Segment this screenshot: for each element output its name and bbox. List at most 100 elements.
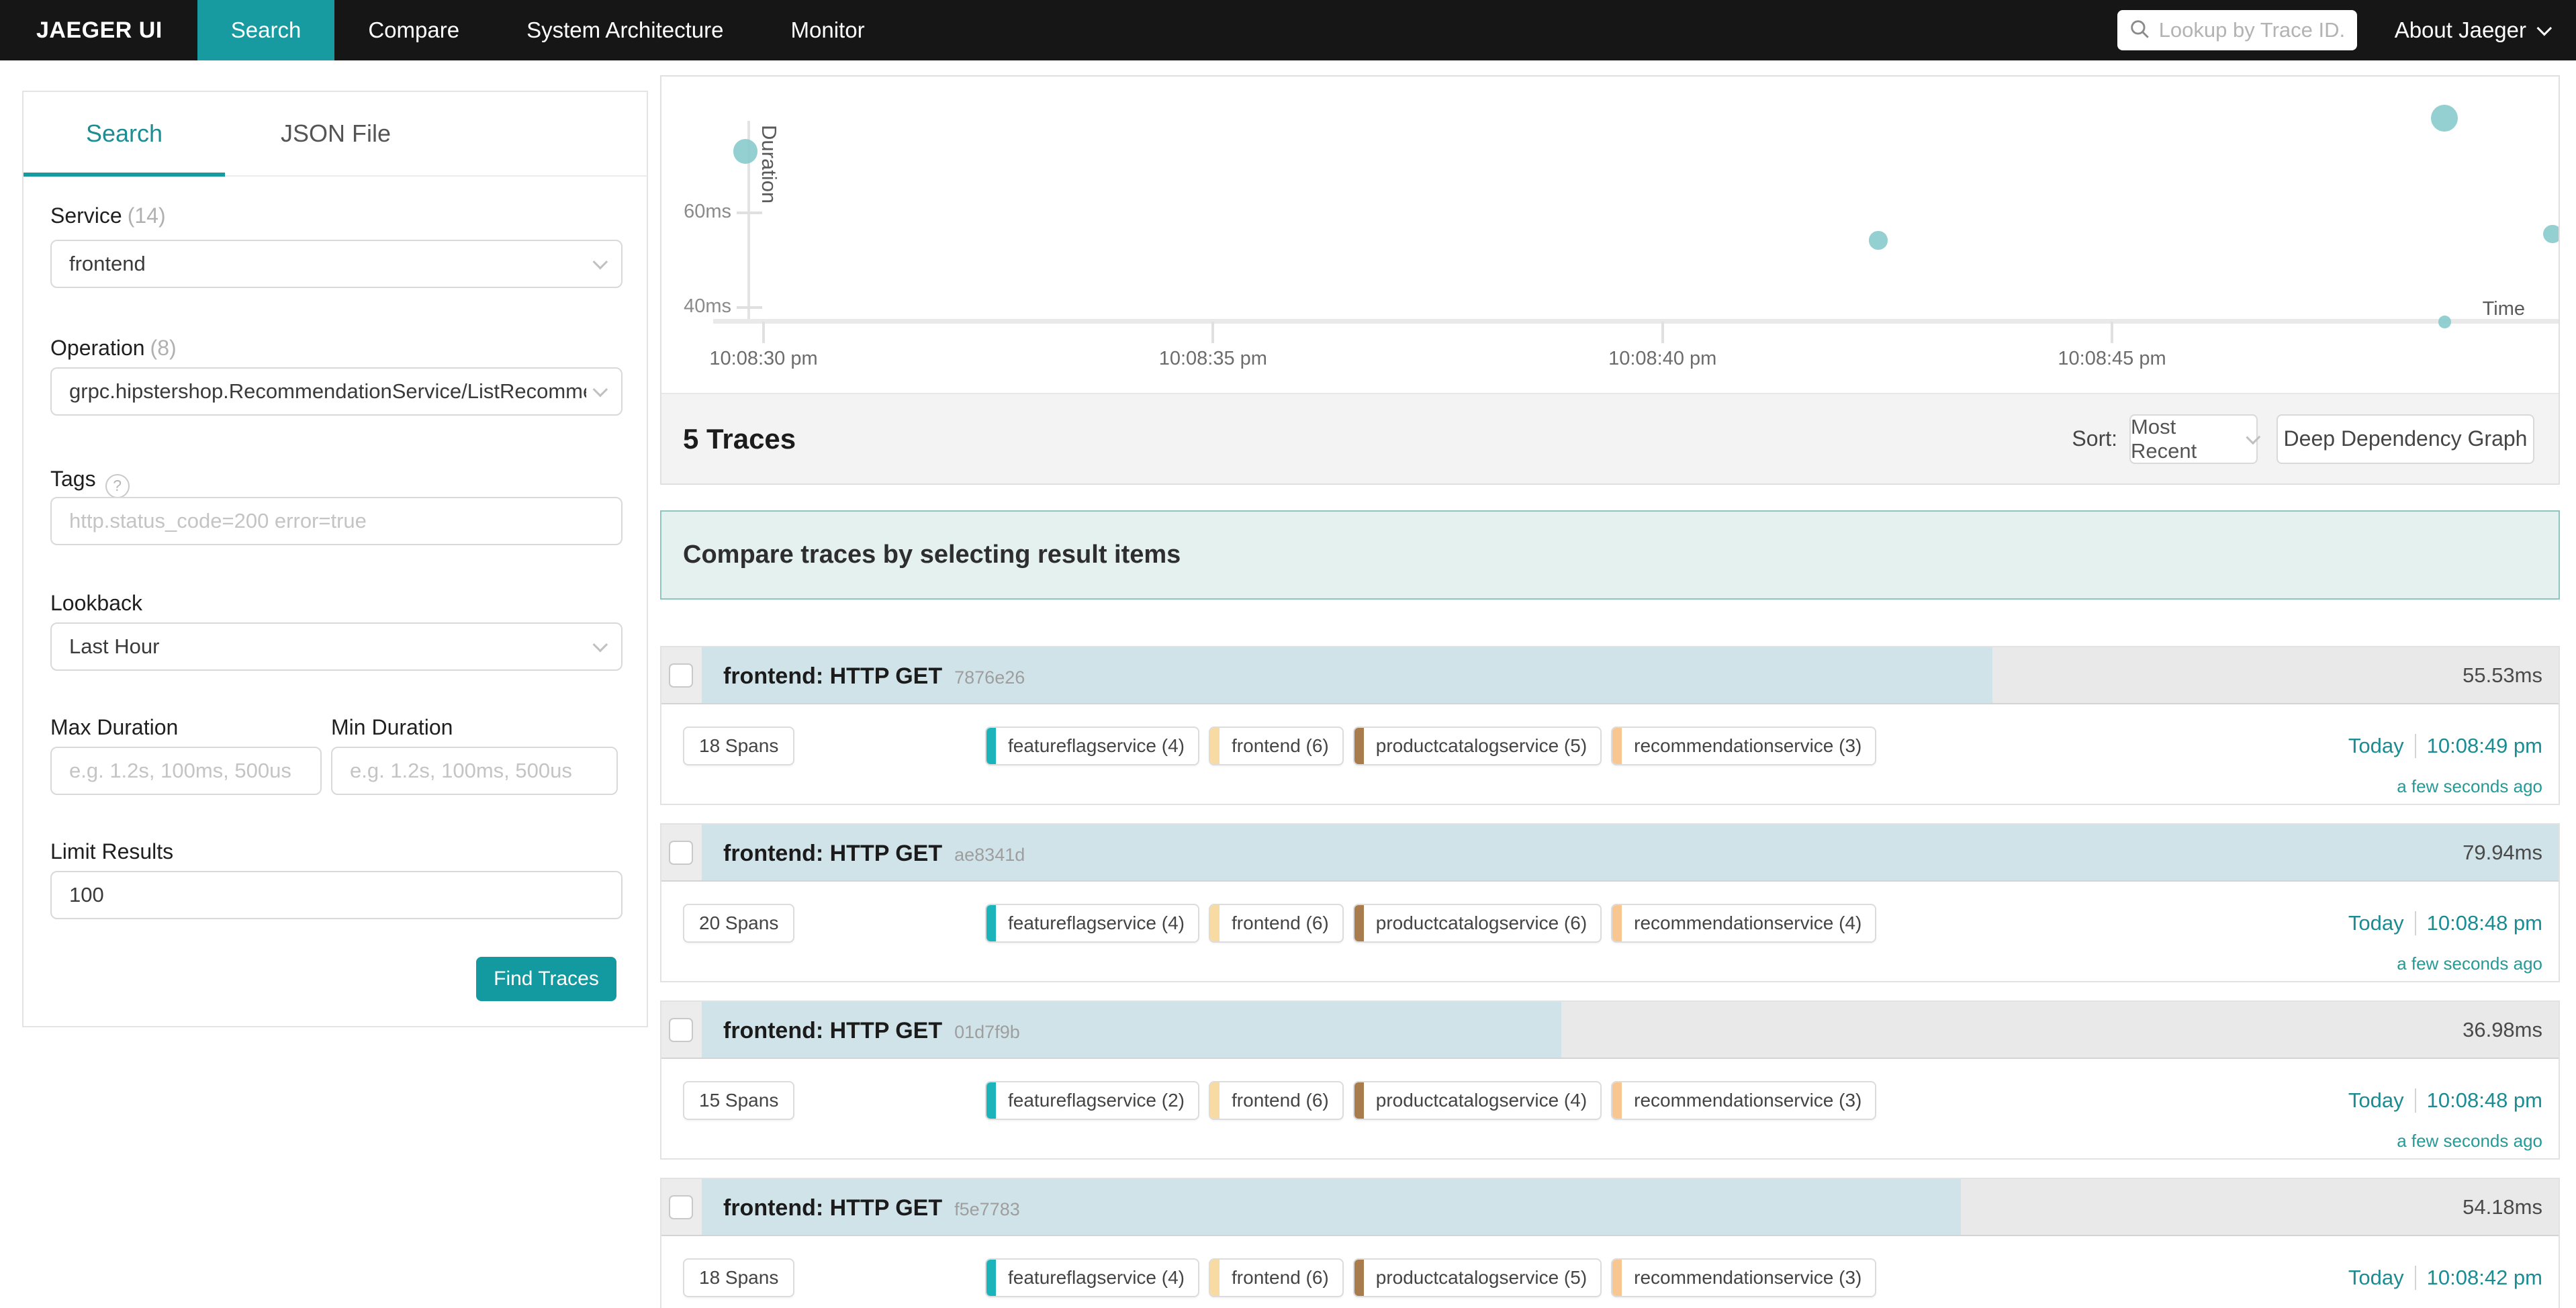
service-tag-label: featureflagservice (4) [996,913,1198,934]
service-tag-label: featureflagservice (4) [996,735,1198,757]
tags-label: Tags? [50,467,130,498]
trace-id-lookup-input[interactable]: Lookup by Trace ID... [2117,10,2357,50]
service-tag-label: featureflagservice (4) [996,1267,1198,1289]
sort-select[interactable]: Most Recent [2129,414,2258,464]
max-duration-placeholder: e.g. 1.2s, 100ms, 500us [69,759,303,783]
service-tag: productcatalogservice (6) [1353,904,1602,943]
x-axis-title: Time [2391,298,2525,320]
compare-banner-text: Compare traces by selecting result items [683,541,1181,569]
tab-search[interactable]: Search [24,92,225,175]
x-tick-mark [1211,322,1214,343]
top-navbar: JAEGER UI Search Compare System Architec… [0,0,2576,60]
trace-id: f5e7783 [954,1199,1020,1220]
scatter-point[interactable] [2431,105,2458,132]
operation-count: (8) [150,336,177,360]
trace-results-list: frontend: HTTP GET 7876e26 55.53ms 18 Sp… [660,646,2560,1308]
checkbox-cell [661,1179,702,1235]
trace-relative-time: a few seconds ago [2397,1131,2542,1152]
trace-checkbox[interactable] [669,1195,693,1219]
nav-item-compare[interactable]: Compare [334,0,493,60]
service-tag-label: recommendationservice (3) [1622,1090,1875,1111]
trace-title-group: frontend: HTTP GET ae8341d [723,825,1025,880]
scatter-point[interactable] [2438,316,2450,328]
service-tag: productcatalogservice (4) [1353,1081,1602,1120]
service-tag: recommendationservice (4) [1611,904,1876,943]
service-tag-label: recommendationservice (3) [1622,735,1875,757]
trace-header-link[interactable]: frontend: HTTP GET 7876e26 55.53ms [661,647,2559,704]
operation-select[interactable]: grpc.hipstershop.RecommendationService/L… [50,367,623,416]
service-color-bar [1354,1260,1364,1296]
trace-time: 10:08:49 pm [2427,734,2542,758]
service-tag: productcatalogservice (5) [1353,727,1602,765]
sort-label: Sort: [2072,426,2117,451]
trace-date: Today [2348,1266,2404,1290]
service-color-bar [1210,728,1220,764]
trace-duration: 54.18ms [2463,1179,2542,1235]
trace-datetime: Today 10:08:42 pm [2348,1258,2542,1297]
sidebar-tabs: Search JSON File [24,92,647,177]
service-color-bar [1612,1260,1622,1296]
chevron-down-icon [593,254,608,270]
trace-datetime: Today 10:08:49 pm [2348,727,2542,765]
search-icon [2128,17,2151,44]
chevron-down-icon [2246,430,2261,445]
service-tag: featureflagservice (4) [985,727,1199,765]
service-color-bar [1210,1082,1220,1119]
datetime-divider [2415,1266,2416,1290]
trace-relative-time: a few seconds ago [2397,953,2542,974]
nav-item-system-architecture[interactable]: System Architecture [493,0,757,60]
trace-checkbox[interactable] [669,1018,693,1042]
app-logo[interactable]: JAEGER UI [0,0,197,60]
scatter-point[interactable] [733,139,758,164]
scatter-point[interactable] [1869,231,1887,249]
service-tag: recommendationservice (3) [1611,727,1876,765]
trace-time: 10:08:48 pm [2427,911,2542,935]
service-tag-label: recommendationservice (4) [1622,913,1875,934]
trace-title: frontend: HTTP GET [723,1018,942,1044]
checkbox-cell [661,825,702,880]
max-duration-input[interactable]: e.g. 1.2s, 100ms, 500us [50,747,322,795]
x-tick-mark [1661,322,1664,343]
trace-header-link[interactable]: frontend: HTTP GET ae8341d 79.94ms [661,825,2559,882]
find-traces-button[interactable]: Find Traces [476,957,616,1001]
datetime-divider [2415,911,2416,935]
service-tag-label: productcatalogservice (4) [1364,1090,1600,1111]
sort-value: Most Recent [2131,415,2237,463]
limit-results-input[interactable]: 100 [50,871,623,919]
service-tag: frontend (6) [1209,727,1344,765]
deep-dependency-graph-button[interactable]: Deep Dependency Graph [2276,414,2534,464]
tags-placeholder: http.status_code=200 error=true [69,509,604,533]
trace-id: 7876e26 [954,667,1025,688]
nav-item-monitor[interactable]: Monitor [757,0,899,60]
trace-result-item: frontend: HTTP GET ae8341d 79.94ms 20 Sp… [660,823,2560,982]
service-select[interactable]: frontend [50,240,623,288]
help-icon[interactable]: ? [105,474,130,498]
trace-id: 01d7f9b [954,1022,1020,1043]
service-tag: frontend (6) [1209,1081,1344,1120]
service-tag-label: productcatalogservice (6) [1364,913,1600,934]
about-jaeger-menu[interactable]: About Jaeger [2357,0,2576,60]
trace-date: Today [2348,911,2404,935]
tab-json-file[interactable]: JSON File [225,92,447,175]
max-duration-label: Max Duration [50,715,178,740]
trace-header-link[interactable]: frontend: HTTP GET 01d7f9b 36.98ms [661,1002,2559,1059]
trace-checkbox[interactable] [669,841,693,865]
min-duration-input[interactable]: e.g. 1.2s, 100ms, 500us [331,747,618,795]
trace-header-link[interactable]: frontend: HTTP GET f5e7783 54.18ms [661,1179,2559,1236]
min-duration-placeholder: e.g. 1.2s, 100ms, 500us [350,759,599,783]
trace-duration: 36.98ms [2463,1002,2542,1058]
tags-input[interactable]: http.status_code=200 error=true [50,497,623,545]
service-color-bar [1210,1260,1220,1296]
scatter-point[interactable] [2543,225,2559,244]
span-count-chip: 18 Spans [683,1258,794,1297]
service-tag: frontend (6) [1209,1258,1344,1297]
min-duration-label: Min Duration [331,715,453,740]
trace-checkbox[interactable] [669,663,693,688]
trace-date: Today [2348,734,2404,758]
trace-result-item: frontend: HTTP GET f5e7783 54.18ms 18 Sp… [660,1178,2560,1308]
nav-item-search[interactable]: Search [197,0,335,60]
service-tag-label: recommendationservice (3) [1622,1267,1875,1289]
chevron-down-icon [593,637,608,653]
trace-id: ae8341d [954,845,1025,866]
lookback-select[interactable]: Last Hour [50,622,623,671]
